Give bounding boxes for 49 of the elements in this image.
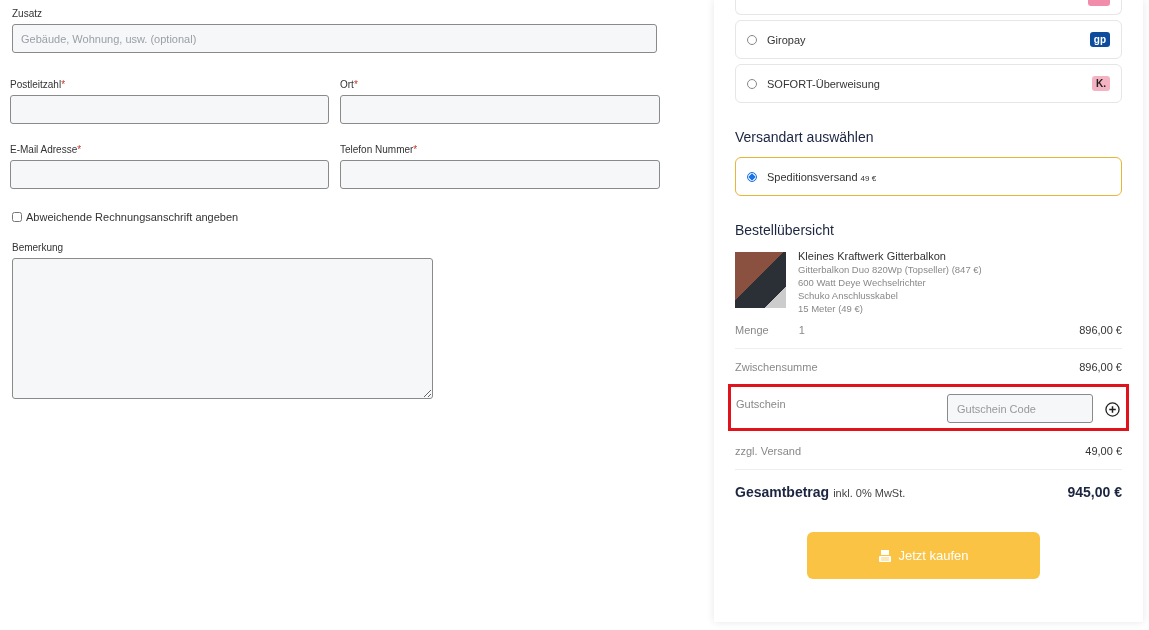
quantity-value: 1 <box>798 324 805 336</box>
row-value: 896,00 € <box>1079 324 1122 336</box>
textarea-field[interactable] <box>12 258 433 399</box>
input-field[interactable]: Gebäude, Wohnung, usw. (optional) <box>12 24 657 53</box>
input-field[interactable] <box>10 160 329 189</box>
total-value: 945,00 € <box>1067 484 1122 500</box>
payment-option[interactable]: SOFORT-Überweisung K. <box>735 64 1122 103</box>
row-label: Gutschein <box>736 398 786 410</box>
radio-button[interactable] <box>747 78 757 89</box>
row-label: Zwischensumme <box>735 361 818 373</box>
field-label: Bemerkung <box>12 242 65 253</box>
tax-note: inkl. 0% MwSt. <box>833 487 906 499</box>
field-label: E-Mail Adresse* <box>10 144 83 155</box>
shipping-label: Speditionsversand 49 € <box>767 170 878 183</box>
add-circle-icon[interactable] <box>1105 402 1120 417</box>
checkbox-label: Abweichende Rechnungsanschrift angeben <box>26 211 239 223</box>
total-label: Gesamtbetrag <box>735 484 830 500</box>
section-title: Bestellübersicht <box>735 222 835 238</box>
voucher-input[interactable]: Gutschein Code <box>947 394 1093 423</box>
payment-option[interactable] <box>735 0 1122 15</box>
product-detail: 600 Watt Deye Wechselrichter <box>798 277 927 288</box>
input-field[interactable] <box>340 95 660 124</box>
payment-label: Giropay <box>767 33 807 46</box>
payment-logo <box>1088 0 1110 6</box>
field-label: Telefon Nummer* <box>340 144 419 155</box>
row-label: zzgl. Versand <box>735 445 802 457</box>
section-title: Versandart auswählen <box>735 129 875 145</box>
cash-register-icon <box>878 548 893 563</box>
row-label: Menge <box>735 324 769 336</box>
checkbox[interactable] <box>12 212 22 222</box>
radio-button[interactable] <box>747 34 757 45</box>
product-detail: Schuko Anschlusskabel <box>798 290 899 301</box>
photo-placeholder <box>735 252 786 308</box>
payment-label: SOFORT-Überweisung <box>767 77 881 90</box>
product-detail: 15 Meter (49 €) <box>798 303 864 314</box>
payment-logo: gp <box>1089 32 1110 47</box>
shipping-option[interactable]: Speditionsversand 49 € <box>735 157 1122 196</box>
payment-logo: K. <box>1092 76 1110 91</box>
input-field[interactable] <box>340 160 660 189</box>
row-value: 896,00 € <box>1079 361 1122 373</box>
radio-button[interactable] <box>747 171 757 182</box>
field-label: Postleitzahl* <box>10 79 67 90</box>
payment-option[interactable]: Giropay gp <box>735 20 1122 59</box>
field-label: Zusatz <box>12 8 43 19</box>
row-value: 49,00 € <box>1085 445 1122 457</box>
input-field[interactable] <box>10 95 329 124</box>
field-label: Ort* <box>340 79 359 90</box>
product-name: Kleines Kraftwerk Gitterbalkon <box>798 250 947 262</box>
product-detail: Gitterbalkon Duo 820Wp (Topseller) (847 €) <box>798 264 982 275</box>
